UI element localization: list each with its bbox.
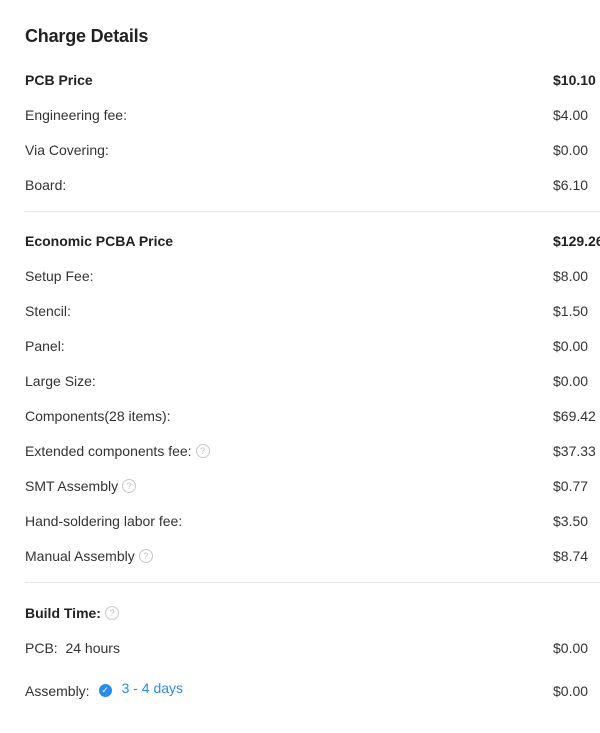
setup-fee-label: Setup Fee: bbox=[25, 268, 94, 284]
hand-soldering-row: Hand-soldering labor fee: $3.50 bbox=[25, 510, 600, 532]
pcb-build-time-label: PCB: 24 hours bbox=[25, 637, 120, 659]
manual-assembly-row: Manual Assembly? $8.74 bbox=[25, 545, 600, 567]
large-size-row: Large Size: $0.00 bbox=[25, 370, 600, 392]
extended-components-text: Extended components fee: bbox=[25, 443, 192, 459]
manual-assembly-text: Manual Assembly bbox=[25, 548, 135, 564]
pcba-price-row: Economic PCBA Price $129.26 bbox=[25, 230, 600, 252]
board-label: Board: bbox=[25, 177, 67, 193]
stencil-label: Stencil: bbox=[25, 303, 71, 319]
setup-fee-row: Setup Fee: $8.00 bbox=[25, 265, 600, 287]
hand-soldering-value: $3.50 bbox=[553, 513, 589, 529]
setup-fee-value: $8.00 bbox=[553, 268, 589, 284]
pcb-time-value: 24 hours bbox=[65, 640, 120, 656]
charge-details-panel: Charge Details PCB Price $10.10 Engineer… bbox=[0, 0, 600, 733]
components-value: $69.42 bbox=[553, 408, 596, 424]
pcb-price-row: PCB Price $10.10 bbox=[25, 69, 600, 91]
section-divider bbox=[25, 582, 600, 583]
extended-components-row: Extended components fee:? $37.33 bbox=[25, 440, 600, 462]
extended-components-value: $37.33 bbox=[553, 443, 596, 459]
manual-assembly-label: Manual Assembly? bbox=[25, 545, 153, 567]
assembly-build-time-label: Assembly: ✓ 3 - 4 days bbox=[25, 680, 183, 702]
question-circle-icon[interactable]: ? bbox=[104, 606, 119, 621]
engineering-fee-row: Engineering fee: $4.00 bbox=[25, 104, 600, 126]
stencil-value: $1.50 bbox=[553, 303, 589, 319]
build-time-text: Build Time: bbox=[25, 605, 101, 621]
pcb-build-time-value: $0.00 bbox=[553, 640, 589, 656]
engineering-fee-label: Engineering fee: bbox=[25, 107, 127, 123]
panel-row: Panel: $0.00 bbox=[25, 335, 600, 357]
pcba-price-label: Economic PCBA Price bbox=[25, 233, 174, 249]
build-time-row: Build Time:? bbox=[25, 602, 600, 624]
stencil-row: Stencil: $1.50 bbox=[25, 300, 600, 322]
build-time-label: Build Time:? bbox=[25, 602, 119, 624]
pcba-price-value: $129.26 bbox=[553, 233, 600, 249]
question-circle-icon[interactable]: ? bbox=[122, 479, 137, 494]
extended-components-label: Extended components fee:? bbox=[25, 440, 210, 462]
via-covering-row: Via Covering: $0.00 bbox=[25, 139, 600, 161]
assembly-build-time-row: Assembly: ✓ 3 - 4 days $0.00 bbox=[25, 680, 600, 702]
assembly-build-time-value: $0.00 bbox=[553, 683, 589, 699]
manual-assembly-value: $8.74 bbox=[553, 548, 589, 564]
engineering-fee-value: $4.00 bbox=[553, 107, 589, 123]
hand-soldering-label: Hand-soldering labor fee: bbox=[25, 513, 183, 529]
check-circle-icon[interactable]: ✓ bbox=[98, 683, 112, 697]
question-circle-icon[interactable]: ? bbox=[195, 444, 210, 459]
via-covering-value: $0.00 bbox=[553, 142, 589, 158]
panel-label: Panel: bbox=[25, 338, 65, 354]
pcb-price-value: $10.10 bbox=[553, 72, 596, 88]
pcb-price-label: PCB Price bbox=[25, 72, 93, 88]
components-row: Components(28 items): $69.42 bbox=[25, 405, 600, 427]
panel-value: $0.00 bbox=[553, 338, 589, 354]
board-value: $6.10 bbox=[553, 177, 589, 193]
question-circle-icon[interactable]: ? bbox=[138, 549, 153, 564]
smt-assembly-label: SMT Assembly? bbox=[25, 475, 137, 497]
pcb-time-label: PCB: bbox=[25, 640, 58, 656]
section-divider bbox=[25, 211, 600, 212]
board-row: Board: $6.10 bbox=[25, 174, 600, 196]
smt-assembly-row: SMT Assembly? $0.77 bbox=[25, 475, 600, 497]
components-label: Components(28 items): bbox=[25, 408, 171, 424]
assembly-time-label: Assembly: bbox=[25, 683, 90, 699]
large-size-label: Large Size: bbox=[25, 373, 96, 389]
assembly-time-option[interactable]: 3 - 4 days bbox=[122, 680, 183, 696]
smt-assembly-text: SMT Assembly bbox=[25, 478, 119, 494]
page-title: Charge Details bbox=[25, 26, 149, 46]
via-covering-label: Via Covering: bbox=[25, 142, 109, 158]
smt-assembly-value: $0.77 bbox=[553, 478, 589, 494]
large-size-value: $0.00 bbox=[553, 373, 589, 389]
pcb-build-time-row: PCB: 24 hours $0.00 bbox=[25, 637, 600, 659]
